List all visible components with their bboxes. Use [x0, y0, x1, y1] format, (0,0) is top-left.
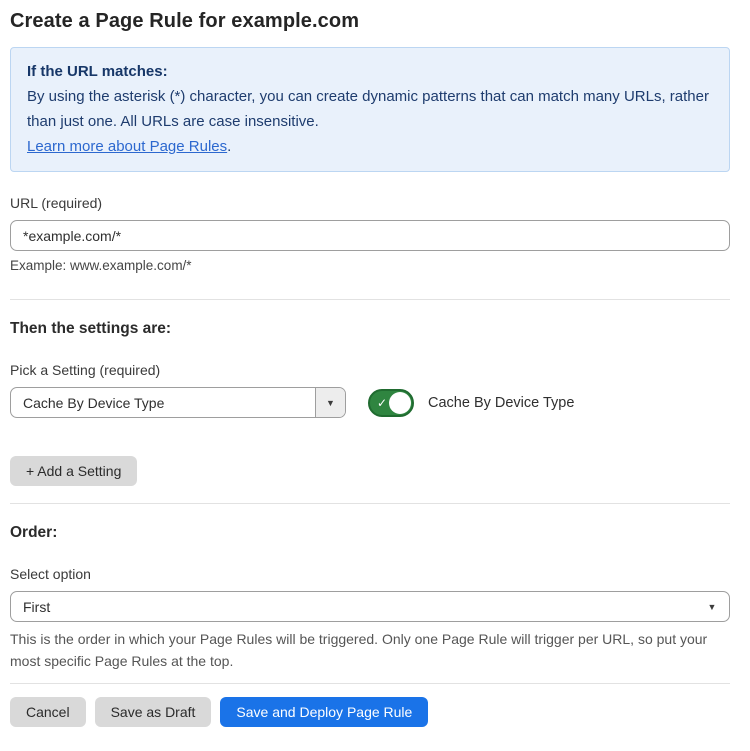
- setting-toggle-label: Cache By Device Type: [428, 395, 574, 411]
- create-page-rule-panel: Create a Page Rule for example.com If th…: [0, 0, 750, 751]
- order-select[interactable]: First ▼: [10, 591, 730, 622]
- divider: [10, 299, 730, 300]
- info-box-body: By using the asterisk (*) character, you…: [27, 84, 713, 134]
- setting-toggle[interactable]: ✓: [368, 389, 414, 417]
- add-setting-button[interactable]: + Add a Setting: [10, 456, 137, 486]
- divider: [10, 683, 730, 684]
- setting-select[interactable]: Cache By Device Type ▼: [10, 387, 346, 418]
- check-icon: ✓: [377, 396, 387, 408]
- setting-select-value: Cache By Device Type: [11, 388, 315, 417]
- chevron-down-icon: ▼: [326, 398, 335, 408]
- url-example-helper: Example: www.example.com/*: [10, 257, 730, 275]
- save-and-deploy-button[interactable]: Save and Deploy Page Rule: [220, 697, 428, 727]
- setting-select-arrow-button[interactable]: ▼: [315, 388, 345, 417]
- pick-setting-label: Pick a Setting (required): [10, 361, 730, 379]
- order-select-label: Select option: [10, 565, 730, 583]
- save-as-draft-button[interactable]: Save as Draft: [95, 697, 212, 727]
- order-section-heading: Order:: [10, 523, 730, 543]
- url-field-label: URL (required): [10, 194, 730, 212]
- toggle-knob: [389, 392, 411, 414]
- page-title: Create a Page Rule for example.com: [10, 8, 730, 34]
- link-suffix: .: [227, 138, 231, 155]
- info-box-heading: If the URL matches:: [27, 59, 713, 84]
- url-input[interactable]: [10, 220, 730, 251]
- info-box-link-line: Learn more about Page Rules.: [27, 134, 713, 159]
- setting-row: Cache By Device Type ▼ ✓ Cache By Device…: [10, 387, 730, 418]
- cancel-button[interactable]: Cancel: [10, 697, 86, 727]
- order-select-value: First: [11, 592, 695, 621]
- learn-more-link[interactable]: Learn more about Page Rules: [27, 138, 227, 155]
- url-match-info-box: If the URL matches: By using the asteris…: [10, 47, 730, 172]
- chevron-down-icon: ▼: [695, 592, 729, 621]
- divider: [10, 503, 730, 504]
- settings-section-heading: Then the settings are:: [10, 319, 730, 339]
- order-helper-text: This is the order in which your Page Rul…: [10, 628, 730, 672]
- footer-actions: Cancel Save as Draft Save and Deploy Pag…: [10, 697, 730, 727]
